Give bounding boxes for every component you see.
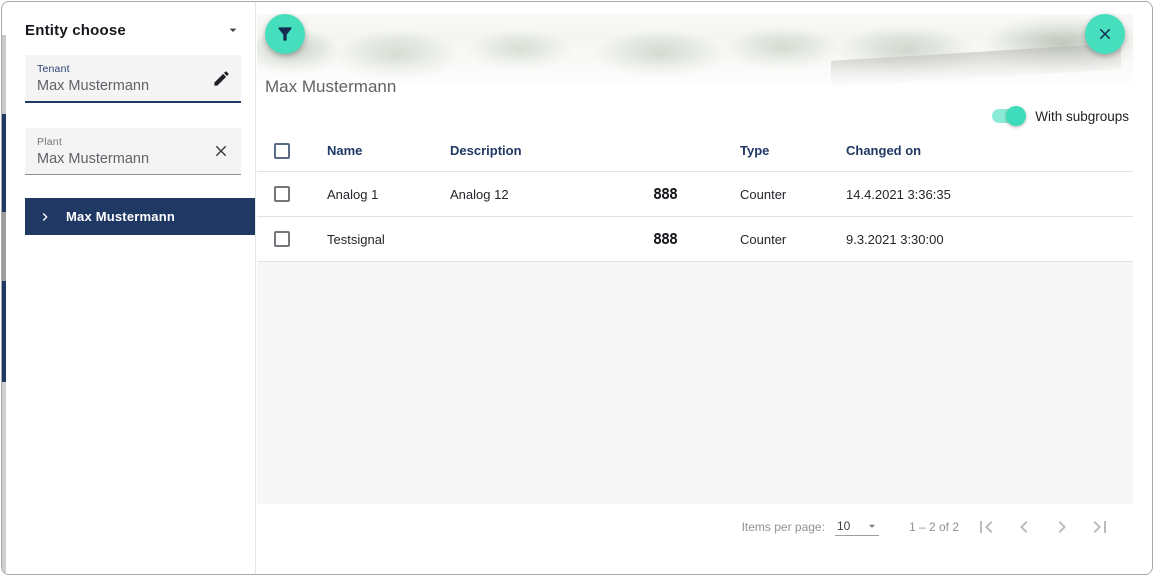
entity-sidebar: Entity choose Tenant Max Mustermann Plan… [6, 2, 256, 574]
cell-name: Testsignal [327, 232, 450, 247]
filter-funnel-icon [275, 24, 295, 44]
sidebar-tree-item-max-mustermann[interactable]: Max Mustermann [25, 198, 255, 235]
first-page-icon [974, 515, 998, 539]
collapse-panel-button[interactable] [223, 20, 243, 40]
column-header-type[interactable]: Type [740, 143, 846, 158]
page-title: Max Mustermann [265, 77, 396, 97]
row-checkbox-cell [257, 186, 327, 202]
with-subgroups-toggle[interactable] [992, 106, 1026, 126]
last-page-button[interactable] [1081, 508, 1119, 546]
column-header-changed-on[interactable]: Changed on [846, 143, 1133, 158]
header-banner: Max Mustermann [257, 2, 1133, 102]
paginator: Items per page: 10 1 – 2 of 2 [257, 504, 1133, 550]
tenant-field-label: Tenant [37, 63, 207, 75]
signals-table: Name Description Type Changed on Analog … [257, 130, 1133, 262]
previous-page-button[interactable] [1005, 508, 1043, 546]
cell-description: Analog 12 [450, 187, 653, 202]
plant-field-label: Plant [37, 136, 207, 148]
edge-segment [2, 114, 6, 212]
cell-changed-on: 14.4.2021 3:36:35 [846, 187, 1133, 202]
cell-type: Counter [740, 187, 846, 202]
table-row[interactable]: Analog 1 Analog 12 888 Counter 14.4.2021… [257, 172, 1133, 217]
entity-choose-title: Entity choose [25, 22, 126, 39]
edge-segment [2, 35, 6, 114]
edge-segment [2, 281, 6, 382]
first-page-button[interactable] [967, 508, 1005, 546]
row-checkbox-cell [257, 231, 327, 247]
clear-plant-button[interactable] [207, 137, 235, 165]
chevron-right-icon [37, 209, 53, 225]
chevron-left-icon [1012, 515, 1036, 539]
page-size-value: 10 [837, 519, 850, 533]
plant-field[interactable]: Plant Max Mustermann [25, 128, 241, 175]
select-all-checkbox[interactable] [274, 143, 290, 159]
tenant-field-value: Max Mustermann [37, 78, 207, 94]
column-header-description[interactable]: Description [450, 143, 653, 158]
toggle-thumb [1006, 106, 1026, 126]
header-checkbox-cell [257, 143, 327, 159]
tenant-field[interactable]: Tenant Max Mustermann [25, 55, 241, 103]
cell-icon: 888 [653, 230, 740, 249]
sidebar-header: Entity choose [25, 20, 243, 40]
close-dialog-button[interactable] [1085, 14, 1125, 54]
items-per-page-label: Items per page: [742, 520, 825, 534]
edit-tenant-button[interactable] [207, 64, 235, 92]
plant-field-value: Max Mustermann [37, 151, 207, 167]
clear-x-icon [212, 142, 230, 160]
page-size-select[interactable]: 10 [835, 519, 879, 536]
last-page-icon [1088, 515, 1112, 539]
counter-display-icon: 888 [653, 230, 677, 248]
edge-segment [2, 382, 6, 574]
next-page-button[interactable] [1043, 508, 1081, 546]
close-x-icon [1096, 25, 1114, 43]
entity-choose-dialog: Entity choose Tenant Max Mustermann Plan… [1, 1, 1153, 575]
page-range-label: 1 – 2 of 2 [909, 520, 959, 534]
cell-changed-on: 9.3.2021 3:30:00 [846, 232, 1133, 247]
column-header-name[interactable]: Name [327, 143, 450, 158]
filter-button[interactable] [265, 14, 305, 54]
dropdown-caret-icon [865, 519, 879, 533]
tree-item-label: Max Mustermann [66, 209, 175, 224]
table-header-row: Name Description Type Changed on [257, 130, 1133, 172]
row-checkbox[interactable] [274, 231, 290, 247]
table-row[interactable]: Testsignal 888 Counter 9.3.2021 3:30:00 [257, 217, 1133, 262]
cell-name: Analog 1 [327, 187, 450, 202]
left-edge-strip [2, 2, 6, 574]
row-checkbox[interactable] [274, 186, 290, 202]
main-panel: Max Mustermann With subgroups Name Descr… [257, 2, 1133, 550]
caret-down-icon [225, 22, 241, 38]
subgroups-toggle-row: With subgroups [257, 102, 1133, 130]
pencil-icon [212, 69, 231, 88]
chevron-right-icon [1050, 515, 1074, 539]
counter-display-icon: 888 [653, 185, 677, 203]
cell-type: Counter [740, 232, 846, 247]
cell-icon: 888 [653, 185, 740, 204]
empty-content-area [257, 262, 1133, 504]
with-subgroups-label: With subgroups [1035, 109, 1129, 124]
edge-segment [2, 212, 6, 281]
